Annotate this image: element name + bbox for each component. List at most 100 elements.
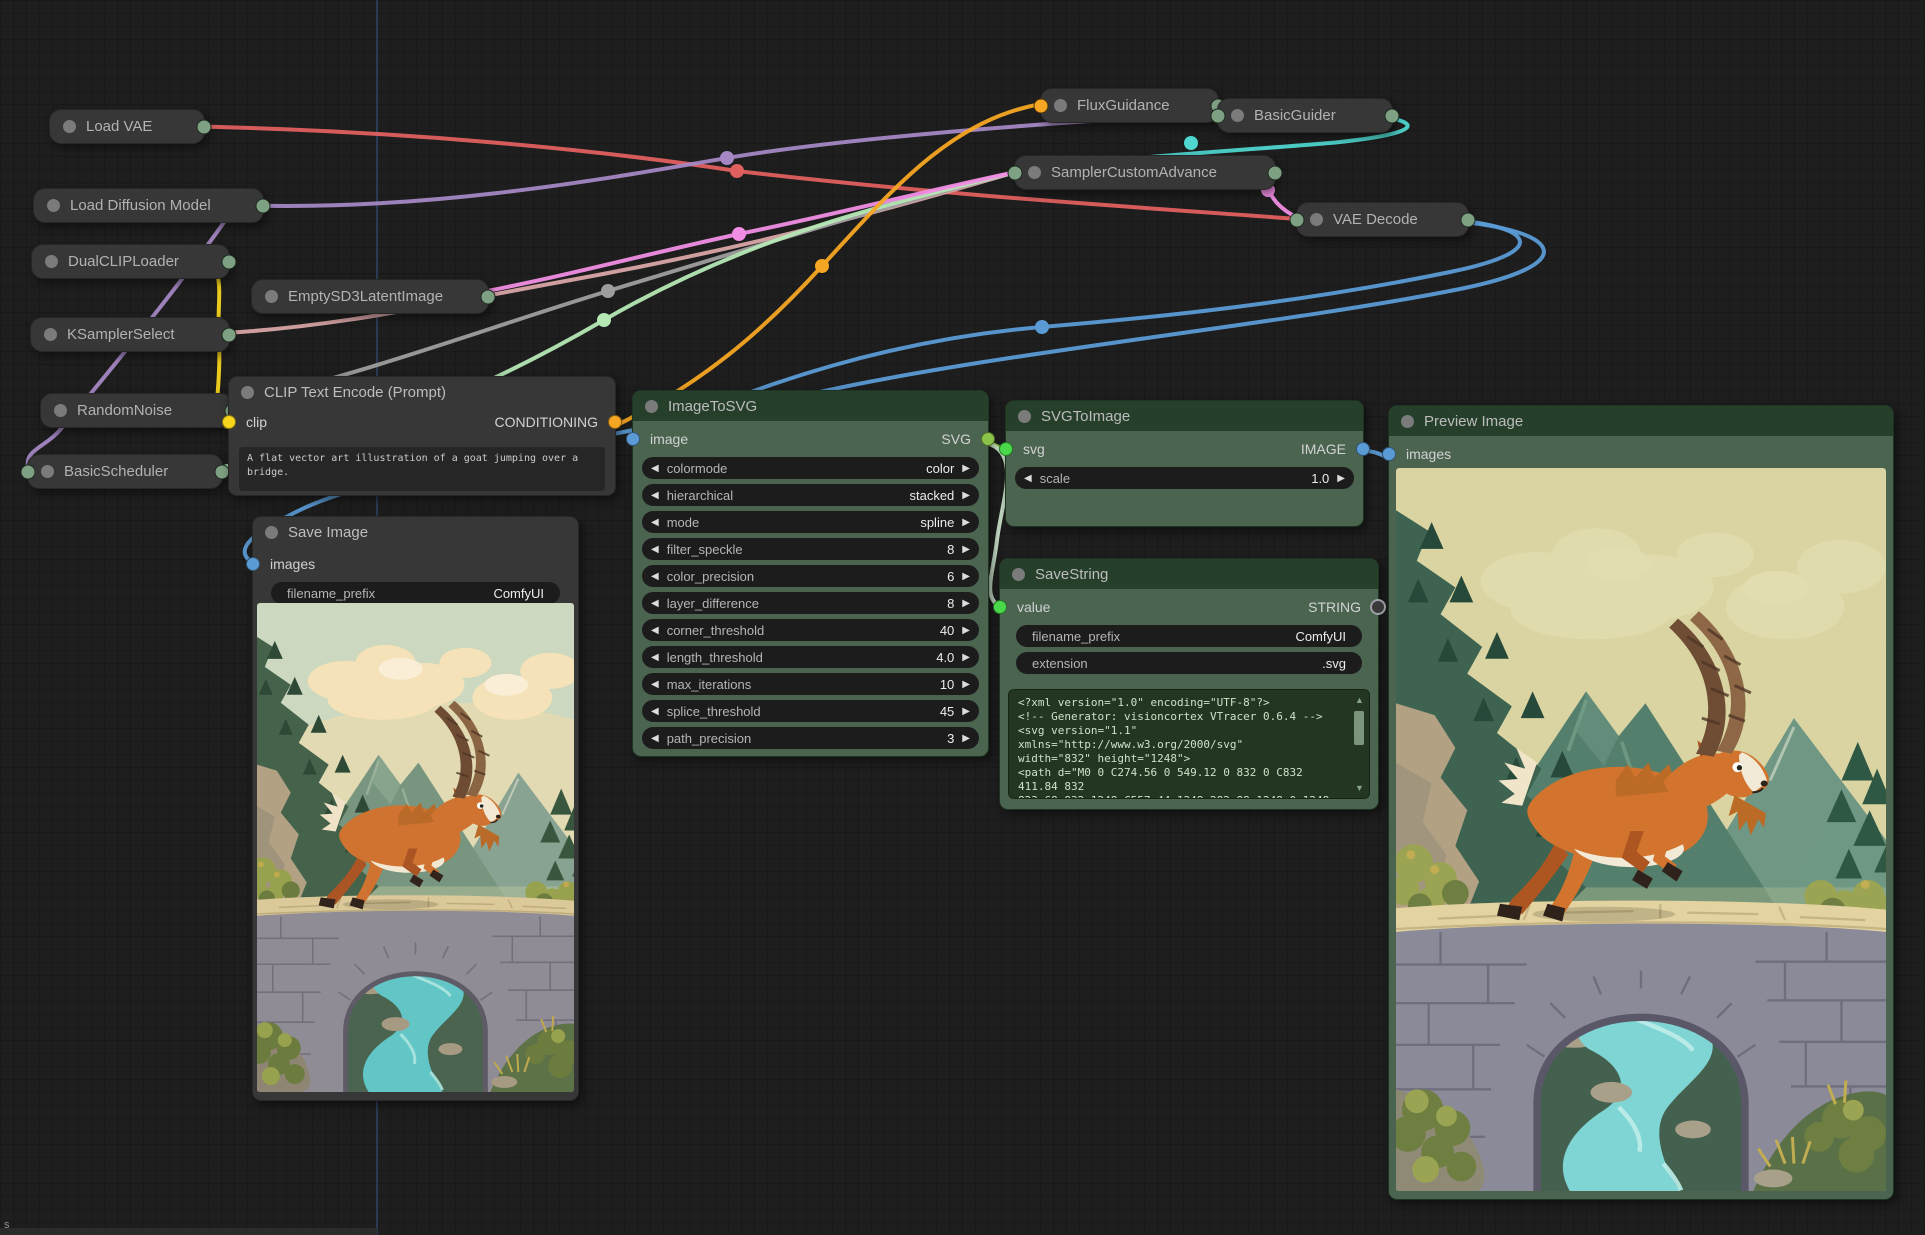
collapse-dot-icon[interactable]	[1310, 213, 1323, 226]
scrollbar-thumb[interactable]	[1354, 711, 1364, 745]
decrement-arrow-icon[interactable]: ◀	[1024, 473, 1032, 484]
node-save-string[interactable]: SaveString value STRING filename_prefix …	[999, 558, 1379, 810]
increment-arrow-icon[interactable]: ▶	[962, 598, 970, 609]
images-input-slot[interactable]	[1382, 447, 1396, 461]
node-svg-to-image[interactable]: SVGToImage svg IMAGE ◀ scale 1.0 ▶	[1005, 400, 1364, 527]
collapse-dot-icon[interactable]	[1231, 109, 1244, 122]
node-header[interactable]: SaveString	[1000, 559, 1378, 589]
increment-arrow-icon[interactable]: ▶	[962, 679, 970, 690]
decrement-arrow-icon[interactable]: ◀	[651, 544, 659, 555]
output-slot[interactable]	[197, 119, 212, 134]
increment-arrow-icon[interactable]: ▶	[962, 517, 970, 528]
filter-speckle-widget[interactable]: ◀ filter_speckle 8 ▶	[642, 538, 979, 560]
decrement-arrow-icon[interactable]: ◀	[651, 598, 659, 609]
node-basic-scheduler[interactable]: BasicScheduler	[27, 454, 223, 489]
increment-arrow-icon[interactable]: ▶	[962, 733, 970, 744]
input-slot[interactable]	[1008, 165, 1023, 180]
splice-threshold-widget[interactable]: ◀ splice_threshold 45 ▶	[642, 700, 979, 722]
increment-arrow-icon[interactable]: ▶	[962, 652, 970, 663]
image-output-slot[interactable]	[1356, 442, 1370, 456]
output-slot[interactable]	[1461, 212, 1476, 227]
increment-arrow-icon[interactable]: ▶	[962, 544, 970, 555]
decrement-arrow-icon[interactable]: ◀	[651, 625, 659, 636]
node-sampler-custom-advance[interactable]: SamplerCustomAdvance	[1014, 155, 1276, 190]
svg-text-output-field[interactable]: <?xml version="1.0" encoding="UTF-8"?> <…	[1008, 689, 1370, 799]
collapse-dot-icon[interactable]	[41, 465, 54, 478]
collapse-dot-icon[interactable]	[54, 404, 67, 417]
decrement-arrow-icon[interactable]: ◀	[651, 733, 659, 744]
length-threshold-widget[interactable]: ◀ length_threshold 4.0 ▶	[642, 646, 979, 668]
svg-output-slot[interactable]	[981, 432, 995, 446]
filename-prefix-widget[interactable]: filename_prefix ComfyUI	[1016, 625, 1362, 647]
node-flux-guidance[interactable]: FluxGuidance	[1040, 88, 1219, 123]
collapse-dot-icon[interactable]	[1012, 568, 1025, 581]
output-slot[interactable]	[222, 327, 237, 342]
input-slot[interactable]	[1034, 98, 1049, 113]
node-header[interactable]: ImageToSVG	[633, 391, 988, 421]
textarea-scrollbar[interactable]: ▲ ▼	[1352, 695, 1367, 793]
hierarchical-widget[interactable]: ◀ hierarchical stacked ▶	[642, 484, 979, 506]
collapse-dot-icon[interactable]	[47, 199, 60, 212]
scroll-down-icon[interactable]: ▼	[1352, 783, 1367, 793]
value-input-slot[interactable]	[993, 600, 1007, 614]
node-clip-text-encode[interactable]: CLIP Text Encode (Prompt) clip CONDITION…	[228, 376, 616, 496]
collapse-dot-icon[interactable]	[45, 255, 58, 268]
node-header[interactable]: Save Image	[253, 517, 578, 547]
extension-widget[interactable]: extension .svg	[1016, 652, 1362, 674]
max-iterations-widget[interactable]: ◀ max_iterations 10 ▶	[642, 673, 979, 695]
decrement-arrow-icon[interactable]: ◀	[651, 463, 659, 474]
image-input-slot[interactable]	[626, 432, 640, 446]
node-dual-clip-loader[interactable]: DualCLIPLoader	[31, 244, 230, 279]
decrement-arrow-icon[interactable]: ◀	[651, 652, 659, 663]
input-slot[interactable]	[1290, 212, 1305, 227]
increment-arrow-icon[interactable]: ▶	[962, 625, 970, 636]
node-empty-sd3-latent-image[interactable]: EmptySD3LatentImage	[251, 279, 489, 314]
collapse-dot-icon[interactable]	[1401, 415, 1414, 428]
color-precision-widget[interactable]: ◀ color_precision 6 ▶	[642, 565, 979, 587]
output-slot[interactable]	[222, 254, 237, 269]
decrement-arrow-icon[interactable]: ◀	[651, 706, 659, 717]
colormode-widget[interactable]: ◀ colormode color ▶	[642, 457, 979, 479]
increment-arrow-icon[interactable]: ▶	[1337, 473, 1345, 484]
node-image-to-svg[interactable]: ImageToSVG image SVG ◀ colormode color ▶…	[632, 390, 989, 757]
collapse-dot-icon[interactable]	[1028, 166, 1041, 179]
input-slot[interactable]	[21, 464, 36, 479]
scroll-up-icon[interactable]: ▲	[1352, 695, 1367, 705]
collapse-dot-icon[interactable]	[265, 526, 278, 539]
svg-input-slot[interactable]	[999, 442, 1013, 456]
collapse-dot-icon[interactable]	[1018, 410, 1031, 423]
collapse-dot-icon[interactable]	[265, 290, 278, 303]
decrement-arrow-icon[interactable]: ◀	[651, 490, 659, 501]
mode-widget[interactable]: ◀ mode spline ▶	[642, 511, 979, 533]
collapse-dot-icon[interactable]	[645, 400, 658, 413]
increment-arrow-icon[interactable]: ▶	[962, 490, 970, 501]
input-slot[interactable]	[1211, 108, 1226, 123]
conditioning-output-slot[interactable]	[608, 415, 622, 429]
node-header[interactable]: SVGToImage	[1006, 401, 1363, 431]
node-save-image[interactable]: Save Image images filename_prefix ComfyU…	[252, 516, 579, 1101]
prompt-text-field[interactable]: A flat vector art illustration of a goat…	[239, 447, 605, 491]
clip-input-slot[interactable]	[222, 415, 236, 429]
increment-arrow-icon[interactable]: ▶	[962, 463, 970, 474]
node-header[interactable]: Preview Image	[1389, 406, 1893, 436]
collapse-dot-icon[interactable]	[1054, 99, 1067, 112]
decrement-arrow-icon[interactable]: ◀	[651, 571, 659, 582]
node-ksampler-select[interactable]: KSamplerSelect	[30, 317, 230, 352]
decrement-arrow-icon[interactable]: ◀	[651, 679, 659, 690]
path-precision-widget[interactable]: ◀ path_precision 3 ▶	[642, 727, 979, 749]
node-vae-decode[interactable]: VAE Decode	[1296, 202, 1469, 237]
decrement-arrow-icon[interactable]: ◀	[651, 517, 659, 528]
collapse-dot-icon[interactable]	[63, 120, 76, 133]
node-load-diffusion-model[interactable]: Load Diffusion Model	[33, 188, 264, 223]
node-random-noise[interactable]: RandomNoise	[40, 393, 233, 428]
images-input-slot[interactable]	[246, 557, 260, 571]
increment-arrow-icon[interactable]: ▶	[962, 571, 970, 582]
corner-threshold-widget[interactable]: ◀ corner_threshold 40 ▶	[642, 619, 979, 641]
output-slot[interactable]	[481, 289, 496, 304]
node-preview-image[interactable]: Preview Image images	[1388, 405, 1894, 1200]
node-header[interactable]: CLIP Text Encode (Prompt)	[229, 377, 615, 407]
layer-difference-widget[interactable]: ◀ layer_difference 8 ▶	[642, 592, 979, 614]
output-slot[interactable]	[256, 198, 271, 213]
output-slot[interactable]	[1268, 165, 1283, 180]
output-slot[interactable]	[1385, 108, 1400, 123]
